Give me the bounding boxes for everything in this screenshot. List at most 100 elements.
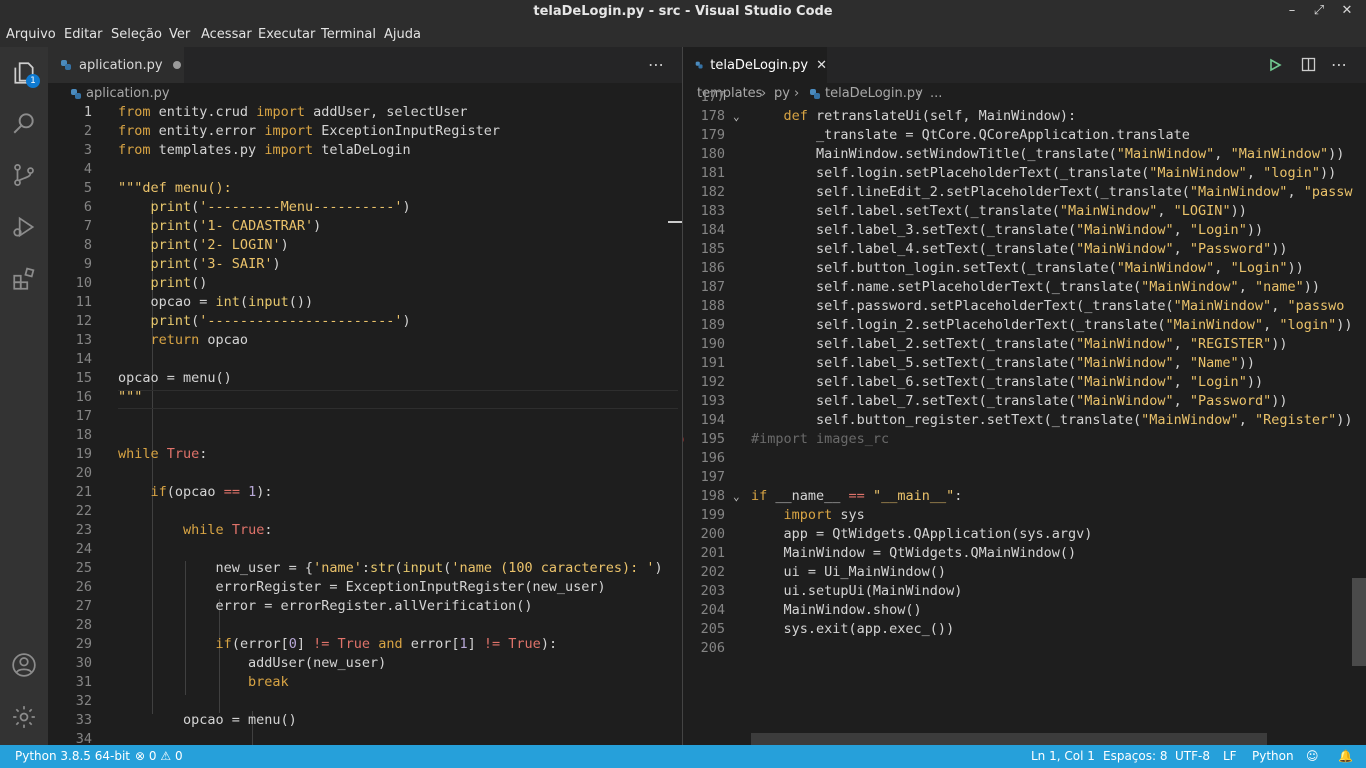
right-code-area[interactable]: 177 178 def retranslateUi(self, MainWindo…	[683, 89, 1366, 745]
fold-chevron-icon[interactable]: ⌄	[733, 487, 740, 506]
tab-teladelogin-py[interactable]: telaDeLogin.py ✕	[683, 47, 827, 83]
code-line[interactable]: 178 def retranslateUi(self, MainWindow):…	[683, 107, 1366, 126]
minimize-icon[interactable]: –	[1284, 2, 1300, 20]
extensions-icon[interactable]	[0, 255, 48, 303]
code-line[interactable]: 18	[48, 426, 682, 445]
code-line[interactable]: 32	[48, 692, 682, 711]
menu-arquivo[interactable]: Arquivo	[6, 27, 56, 42]
code-line[interactable]: 21 if(opcao == 1):	[48, 483, 682, 502]
cursor-position[interactable]: Ln 1, Col 1	[1031, 749, 1095, 763]
breadcrumb-file[interactable]: aplication.py	[86, 86, 170, 101]
code-line[interactable]: 22	[48, 502, 682, 521]
tab-aplication-py[interactable]: aplication.py	[48, 47, 184, 83]
code-line[interactable]: 182 self.lineEdit_2.setPlaceholderText(_…	[683, 183, 1366, 202]
run-file-icon[interactable]	[1268, 57, 1282, 76]
menu-terminal[interactable]: Terminal	[321, 27, 376, 42]
menu-acessar[interactable]: Acessar	[201, 27, 252, 42]
code-line[interactable]: 5 """def menu():	[48, 179, 682, 198]
code-line[interactable]: 28	[48, 616, 682, 635]
code-line[interactable]: 205 sys.exit(app.exec_())	[683, 620, 1366, 639]
code-line[interactable]: 190 self.label_2.setText(_translate("Mai…	[683, 335, 1366, 354]
code-line[interactable]: 27 error = errorRegister.allVerification…	[48, 597, 682, 616]
code-line[interactable]: 20	[48, 464, 682, 483]
settings-gear-icon[interactable]	[0, 693, 48, 741]
code-line[interactable]: 33 opcao = menu()	[48, 711, 682, 730]
code-line[interactable]: 203 ui.setupUi(MainWindow)	[683, 582, 1366, 601]
source-control-icon[interactable]	[0, 151, 48, 199]
code-line[interactable]: 180 MainWindow.setWindowTitle(_translate…	[683, 145, 1366, 164]
code-line[interactable]: 204 MainWindow.show()	[683, 601, 1366, 620]
language-mode[interactable]: Python	[1252, 749, 1294, 763]
notifications-bell-icon[interactable]: 🔔	[1338, 749, 1353, 763]
code-line[interactable]: 197	[683, 468, 1366, 487]
code-line[interactable]: 183 self.label.setText(_translate("MainW…	[683, 202, 1366, 221]
code-line[interactable]: 201 MainWindow = QtWidgets.QMainWindow()	[683, 544, 1366, 563]
code-line[interactable]: 199 import sys	[683, 506, 1366, 525]
code-line[interactable]: 193 self.label_7.setText(_translate("Mai…	[683, 392, 1366, 411]
code-line[interactable]: 206	[683, 639, 1366, 658]
code-line[interactable]: 191 self.label_5.setText(_translate("Mai…	[683, 354, 1366, 373]
close-tab-icon[interactable]: ✕	[816, 58, 827, 73]
end-of-line[interactable]: LF	[1223, 749, 1237, 763]
code-line[interactable]: 202 ui = Ui_MainWindow()	[683, 563, 1366, 582]
run-debug-icon[interactable]	[0, 203, 48, 251]
code-line[interactable]: 13 return opcao	[48, 331, 682, 350]
code-line[interactable]: 1 from entity.crud import addUser, select…	[48, 103, 682, 122]
explorer-icon[interactable]: 1	[0, 49, 48, 97]
code-line[interactable]: 24	[48, 540, 682, 559]
code-line[interactable]: 181 self.login.setPlaceholderText(_trans…	[683, 164, 1366, 183]
menu-ver[interactable]: Ver	[169, 27, 190, 42]
code-line[interactable]: 192 self.label_6.setText(_translate("Mai…	[683, 373, 1366, 392]
menu-ajuda[interactable]: Ajuda	[384, 27, 421, 42]
horizontal-scrollbar-thumb[interactable]	[751, 733, 1267, 745]
code-line[interactable]: 14	[48, 350, 682, 369]
code-line[interactable]: 12 print('-----------------------')	[48, 312, 682, 331]
code-line[interactable]: 9 print('3- SAIR')	[48, 255, 682, 274]
code-line[interactable]: 2 from entity.error import ExceptionInput…	[48, 122, 682, 141]
code-line[interactable]: 23 while True:	[48, 521, 682, 540]
restore-icon[interactable]: ⤢	[1311, 2, 1327, 20]
code-line[interactable]: 7 print('1- CADASTRAR')	[48, 217, 682, 236]
unsaved-dot-icon[interactable]	[172, 61, 181, 69]
more-actions-icon[interactable]: ⋯	[1331, 55, 1347, 74]
code-line[interactable]: 29 if(error[0] != True and error[1] != T…	[48, 635, 682, 654]
python-interpreter[interactable]: Python 3.8.5 64-bit	[15, 749, 130, 763]
code-line[interactable]: 31 break	[48, 673, 682, 692]
code-line[interactable]: 10 print()	[48, 274, 682, 293]
code-line[interactable]: 184 self.label_3.setText(_translate("Mai…	[683, 221, 1366, 240]
code-line[interactable]: 25 new_user = {'name':str(input('name (1…	[48, 559, 682, 578]
code-line[interactable]: 198 if __name__ == "__main__": ⌄	[683, 487, 1366, 506]
code-line[interactable]: 185 self.label_4.setText(_translate("Mai…	[683, 240, 1366, 259]
code-line[interactable]: 179 _translate = QtCore.QCoreApplication…	[683, 126, 1366, 145]
search-icon[interactable]	[0, 99, 48, 147]
code-line[interactable]: 194 self.button_register.setText(_transl…	[683, 411, 1366, 430]
left-code-area[interactable]: 1 from entity.crud import addUser, select…	[48, 103, 682, 745]
breakpoint-icon[interactable]	[683, 436, 684, 443]
split-editor-icon[interactable]	[1301, 57, 1316, 76]
code-line[interactable]: 34	[48, 730, 682, 745]
fold-chevron-icon[interactable]: ⌄	[733, 107, 740, 126]
code-line[interactable]: 188 self.password.setPlaceholderText(_tr…	[683, 297, 1366, 316]
code-line[interactable]: 189 self.login_2.setPlaceholderText(_tra…	[683, 316, 1366, 335]
code-line[interactable]: 6 print('---------Menu----------')	[48, 198, 682, 217]
code-line[interactable]: 196	[683, 449, 1366, 468]
menu-executar[interactable]: Executar	[258, 27, 315, 42]
encoding[interactable]: UTF-8	[1175, 749, 1210, 763]
code-line[interactable]: 3 from templates.py import telaDeLogin	[48, 141, 682, 160]
menu-editar[interactable]: Editar	[64, 27, 103, 42]
code-line[interactable]: 30 addUser(new_user)	[48, 654, 682, 673]
code-line[interactable]: 187 self.name.setPlaceholderText(_transl…	[683, 278, 1366, 297]
code-line[interactable]: 15 opcao = menu()	[48, 369, 682, 388]
code-line[interactable]: 26 errorRegister = ExceptionInputRegiste…	[48, 578, 682, 597]
code-line[interactable]: 17	[48, 407, 682, 426]
code-line[interactable]: 4	[48, 160, 682, 179]
problems-indicator[interactable]: ⊗ 0 ⚠ 0	[135, 749, 183, 763]
code-line[interactable]: 8 print('2- LOGIN')	[48, 236, 682, 255]
menu-selecao[interactable]: Seleção	[111, 27, 162, 42]
feedback-icon[interactable]: ☺	[1306, 749, 1319, 763]
account-icon[interactable]	[0, 641, 48, 689]
code-line[interactable]: 177	[683, 88, 1366, 107]
code-line[interactable]: 195 #import images_rc	[683, 430, 1366, 449]
code-line[interactable]: 200 app = QtWidgets.QApplication(sys.arg…	[683, 525, 1366, 544]
code-line[interactable]: 16 """	[48, 388, 682, 407]
